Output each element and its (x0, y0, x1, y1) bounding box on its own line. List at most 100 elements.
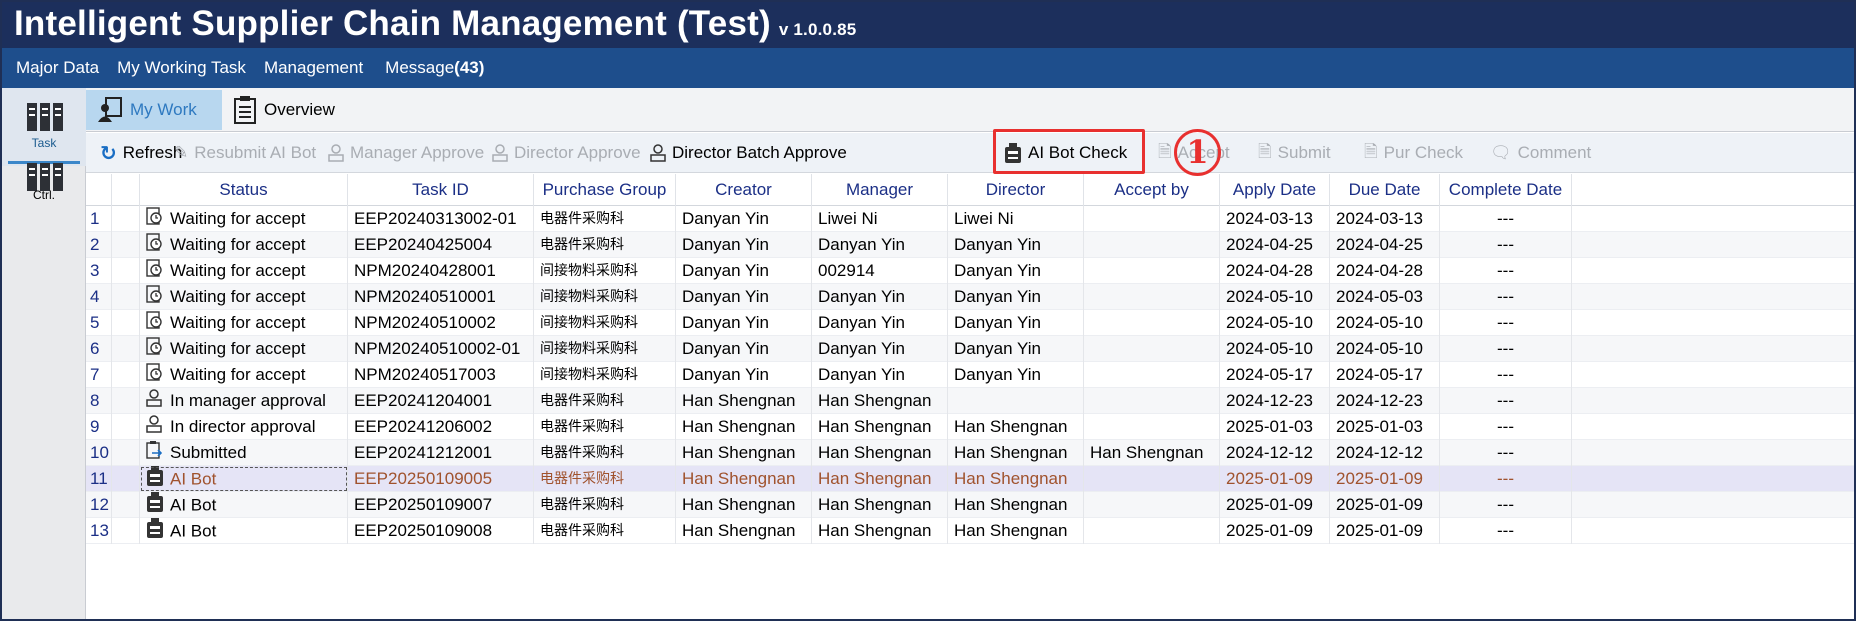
resubmit-ai-bot-button[interactable]: ✎ Resubmit AI Bot (174, 133, 316, 173)
col-header-manager[interactable]: Manager (812, 174, 948, 206)
col-header-director[interactable]: Director (948, 174, 1084, 206)
row-number: 7 (86, 362, 112, 388)
comment-icon: 🗨 (1490, 143, 1512, 162)
complete-date-cell: --- (1440, 258, 1572, 284)
complete-date-cell: --- (1440, 466, 1572, 492)
director-cell: Danyan Yin (948, 258, 1084, 284)
table-row[interactable]: 4 Waiting for accept NPM20240510001 间接物料采购科… (86, 284, 1854, 310)
row-selector-cell (112, 414, 140, 440)
accept-by-cell (1084, 232, 1220, 258)
col-header-task-id[interactable]: Task ID (348, 174, 534, 206)
manager-cell: 002914 (812, 258, 948, 284)
table-row[interactable]: 12 AI Bot EEP20250109007 电器件采购科 Han Shengnan… (86, 492, 1854, 518)
table-row[interactable]: 6 Waiting for accept NPM20240510002-01 间接物料… (86, 336, 1854, 362)
col-header-accept-by[interactable]: Accept by (1084, 174, 1220, 206)
task-id-cell: EEP20241206002 (348, 414, 534, 440)
table-row[interactable]: 5 Waiting for accept NPM20240510002 间接物料采购科… (86, 310, 1854, 336)
refresh-icon: ↻ (100, 142, 117, 165)
accept-by-cell (1084, 258, 1220, 284)
submit-button[interactable]: 🗎 Submit (1258, 133, 1331, 173)
refresh-button[interactable]: ↻ Refresh (100, 133, 182, 173)
submit-doc-icon: 🗎 (1258, 141, 1272, 161)
menu-my-working-task[interactable]: My Working Task (117, 58, 246, 78)
menu-message[interactable]: Message(43) (385, 58, 484, 78)
clock-doc-icon (146, 362, 164, 388)
step-number-badge: 1 (1174, 129, 1221, 176)
col-header-status[interactable]: Status (140, 174, 348, 206)
person-icon (146, 388, 164, 414)
table-row[interactable]: 11 AI Bot EEP20250109005 电器件采购科 Han Shengnan… (86, 466, 1854, 492)
manager-cell: Han Shengnan (812, 440, 948, 466)
app-version: v 1.0.0.85 (778, 20, 857, 39)
status-cell: AI Bot (140, 466, 348, 492)
tab-overview[interactable]: Overview (224, 90, 354, 130)
robot-icon (146, 492, 164, 518)
row-number: 6 (86, 336, 112, 362)
table-row[interactable]: 13 AI Bot EEP20250109008 电器件采购科 Han Shengnan… (86, 518, 1854, 544)
menu-management[interactable]: Management (264, 58, 363, 78)
col-header-apply-date[interactable]: Apply Date (1220, 174, 1330, 206)
complete-date-cell: --- (1440, 336, 1572, 362)
status-cell: Waiting for accept (140, 362, 348, 388)
col-header-creator[interactable]: Creator (676, 174, 812, 206)
apply-date-cell: 2024-05-10 (1220, 310, 1330, 336)
rail-ctrl-button[interactable]: Ctrl. (2, 148, 86, 226)
apply-date-cell: 2024-12-12 (1220, 440, 1330, 466)
col-header-complete-date[interactable]: Complete Date (1440, 174, 1572, 206)
comment-button[interactable]: 🗨 Comment (1490, 133, 1591, 173)
complete-date-cell: --- (1440, 206, 1572, 232)
table-row[interactable]: 1 Waiting for accept EEP20240313002-01 电器件采… (86, 206, 1854, 232)
table-row[interactable]: 9 In director approval EEP20241206002 电器件采购… (86, 414, 1854, 440)
creator-cell: Han Shengnan (676, 440, 812, 466)
row-number: 10 (86, 440, 112, 466)
purchase-group-cell: 间接物料采购科 (534, 310, 676, 336)
manager-cell: Han Shengnan (812, 492, 948, 518)
table-row[interactable]: 8 In manager approval EEP20241204001 电器件采购科… (86, 388, 1854, 414)
row-selector-cell (112, 284, 140, 310)
status-text: AI Bot (170, 469, 217, 489)
director-cell: Danyan Yin (948, 232, 1084, 258)
apply-date-cell: 2024-04-28 (1220, 258, 1330, 284)
purchase-group-cell: 间接物料采购科 (534, 258, 676, 284)
accept-by-cell: Han Shengnan (1084, 440, 1220, 466)
task-id-cell: EEP20240313002-01 (348, 206, 534, 232)
due-date-cell: 2024-03-13 (1330, 206, 1440, 232)
creator-cell: Han Shengnan (676, 414, 812, 440)
due-date-cell: 2024-04-28 (1330, 258, 1440, 284)
status-cell: Waiting for accept (140, 284, 348, 310)
clipboard-icon (234, 96, 256, 124)
table-row[interactable]: 7 Waiting for accept NPM20240517003 间接物料采购科… (86, 362, 1854, 388)
table-row[interactable]: 2 Waiting for accept EEP20240425004 电器件采购科 D… (86, 232, 1854, 258)
due-date-cell: 2025-01-09 (1330, 518, 1440, 544)
tab-my-work[interactable]: My Work (86, 90, 222, 130)
director-batch-approve-button[interactable]: Director Batch Approve (650, 133, 847, 173)
col-header-due-date[interactable]: Due Date (1330, 174, 1440, 206)
col-header-purchase-group[interactable]: Purchase Group (534, 174, 676, 206)
creator-cell: Han Shengnan (676, 466, 812, 492)
approve-person-icon (650, 144, 666, 162)
task-id-cell: NPM20240510002-01 (348, 336, 534, 362)
purchase-group-cell: 间接物料采购科 (534, 336, 676, 362)
purchase-group-cell: 电器件采购科 (534, 414, 676, 440)
task-id-cell: EEP20250109007 (348, 492, 534, 518)
task-grid: Status Task ID Purchase Group Creator Ma… (86, 174, 1854, 619)
tab-my-work-label: My Work (130, 100, 197, 119)
complete-date-cell: --- (1440, 388, 1572, 414)
row-number: 13 (86, 518, 112, 544)
manager-approve-label: Manager Approve (350, 143, 485, 162)
task-id-cell: EEP20250109005 (348, 466, 534, 492)
accept-by-cell (1084, 388, 1220, 414)
manager-approve-button[interactable]: Manager Approve (328, 133, 484, 173)
director-approve-button[interactable]: Director Approve (492, 133, 641, 173)
approve-person-icon (328, 144, 344, 162)
apply-date-cell: 2025-01-03 (1220, 414, 1330, 440)
pur-check-button[interactable]: 🗎 Pur Check (1364, 133, 1463, 173)
menu-major-data[interactable]: Major Data (16, 58, 99, 78)
row-number: 12 (86, 492, 112, 518)
row-selector-cell (112, 258, 140, 284)
manager-cell: Danyan Yin (812, 284, 948, 310)
table-row[interactable]: 10 Submitted EEP20241212001 电器件采购科 Han Sheng… (86, 440, 1854, 466)
row-selector-cell (112, 336, 140, 362)
table-row[interactable]: 3 Waiting for accept NPM20240428001 间接物料采购科… (86, 258, 1854, 284)
manager-cell: Danyan Yin (812, 310, 948, 336)
